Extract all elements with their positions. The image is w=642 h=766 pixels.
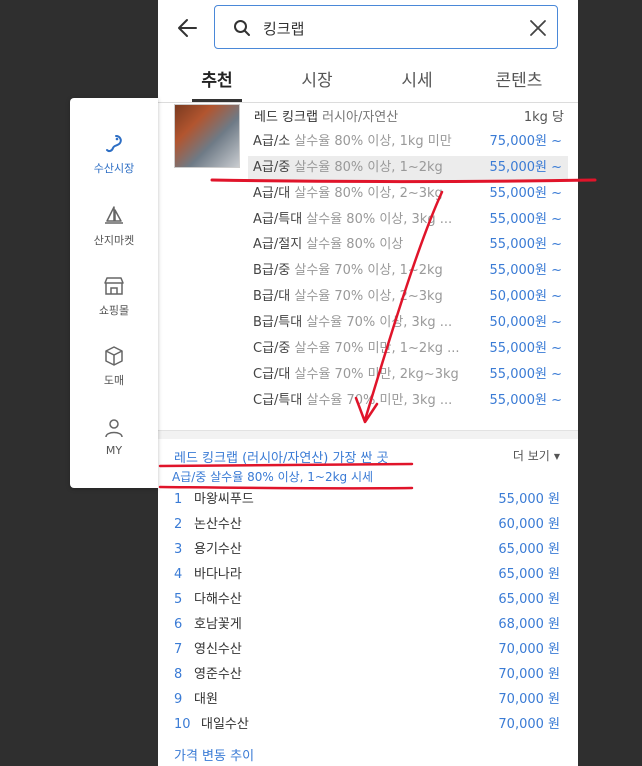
back-button[interactable] [174,14,202,42]
arrow-left-icon [178,19,197,37]
tab-bar: 추천 시장 시세 콘텐츠 [158,58,578,103]
grade-row-selected[interactable]: A급/중 살수율 80% 이상, 1~2kg 55,000원 ~ [248,156,568,180]
cheapest-subtitle: A급/중 살수율 80% 이상, 1~2kg 시세 [172,470,374,484]
store-icon [104,277,124,295]
price-trend-link[interactable]: 가격 변동 추이 [174,745,254,764]
product-title: 레드 킹크랩 러시아/자연산 [254,106,398,125]
more-label: 더 보기 [512,449,550,463]
grade-row[interactable]: C급/대 살수율 70% 미만, 2kg~3kg 55,000원 ~ [248,363,568,387]
nav-label: MY [105,444,123,457]
grade-row[interactable]: B급/특대 살수율 70% 이상, 3kg ... 50,000원 ~ [248,311,568,335]
product-origin: 러시아/자연산 [322,110,399,125]
nav-item-wholesale[interactable]: 도매 [70,338,158,398]
shop-row[interactable]: 2 논산수산 60,000 원 [174,513,564,537]
shop-row[interactable]: 9 대원 70,000 원 [174,688,564,712]
shop-row[interactable]: 4 바다나라 65,000 원 [174,563,564,587]
shop-row[interactable]: 1 마왕씨푸드 55,000 원 [174,488,564,512]
grade-row[interactable]: A급/소 살수율 80% 이상, 1kg 미만 75,000원 ~ [248,130,568,154]
nav-item-fish-market[interactable]: 수산시장 [70,126,158,186]
nav-label: 산지마켓 [93,234,135,247]
fish-hook-icon [106,135,122,153]
tab-recommend[interactable]: 추천 [172,66,262,91]
grade-row[interactable]: B급/중 살수율 70% 이상, 1~2kg 55,000원 ~ [248,259,568,283]
shop-row[interactable]: 6 호남꽃게 68,000 원 [174,613,564,637]
product-image [174,104,240,168]
caret-down-icon: ▼ [553,452,560,461]
more-button[interactable]: 더 보기 ▼ [513,447,560,464]
grade-row[interactable]: C급/특대 살수율 70% 미만, 3kg ... 55,000원 ~ [248,389,568,413]
tab-contents[interactable]: 콘텐츠 [474,66,564,91]
side-navigation: 수산시장 산지마켓 쇼핑몰 도매 MY [70,98,158,488]
shop-row[interactable]: 10 대일수산 70,000 원 [174,713,564,737]
section-divider [158,430,578,439]
app-panel: 추천 시장 시세 콘텐츠 레드 킹크랩 러시아/자연산 1kg 당 A급/소 살… [158,0,578,766]
shop-row[interactable]: 3 용기수산 65,000 원 [174,538,564,562]
product-unit: 1kg 당 [523,110,564,125]
active-tab-indicator [192,99,242,102]
nav-item-shopping-mall[interactable]: 쇼핑몰 [70,268,158,328]
close-icon[interactable] [529,19,547,37]
nav-item-my[interactable]: MY [70,410,158,470]
grade-row[interactable]: C급/중 살수율 70% 미만, 1~2kg ... 55,000원 ~ [248,337,568,361]
product-name: 레드 킹크랩 [254,110,318,125]
search-box[interactable] [214,5,558,49]
grade-row[interactable]: B급/대 살수율 70% 이상, 2~3kg 50,000원 ~ [248,285,568,309]
nav-item-origin-market[interactable]: 산지마켓 [70,198,158,258]
shop-row[interactable]: 8 영준수산 70,000 원 [174,663,564,687]
nav-label: 수산시장 [93,162,135,175]
nav-label: 쇼핑몰 [98,304,130,317]
search-input[interactable] [261,14,515,42]
box-icon [105,346,123,366]
search-icon [234,20,250,36]
sailboat-icon [105,206,123,224]
nav-label: 도매 [103,374,125,387]
shop-row[interactable]: 5 다해수산 65,000 원 [174,588,564,612]
tab-price[interactable]: 시세 [372,66,462,91]
shop-row[interactable]: 7 영신수산 70,000 원 [174,638,564,662]
grade-row[interactable]: A급/대 살수율 80% 이상, 2~3kg 55,000원 ~ [248,182,568,206]
grade-row[interactable]: A급/특대 살수율 80% 이상, 3kg ... 55,000원 ~ [248,208,568,232]
user-icon [105,419,123,438]
cheapest-title: 레드 킹크랩 (러시아/자연산) 가장 싼 곳 [174,451,389,466]
grade-row[interactable]: A급/절지 살수율 80% 이상 55,000원 ~ [248,233,568,257]
tab-market[interactable]: 시장 [272,66,362,91]
